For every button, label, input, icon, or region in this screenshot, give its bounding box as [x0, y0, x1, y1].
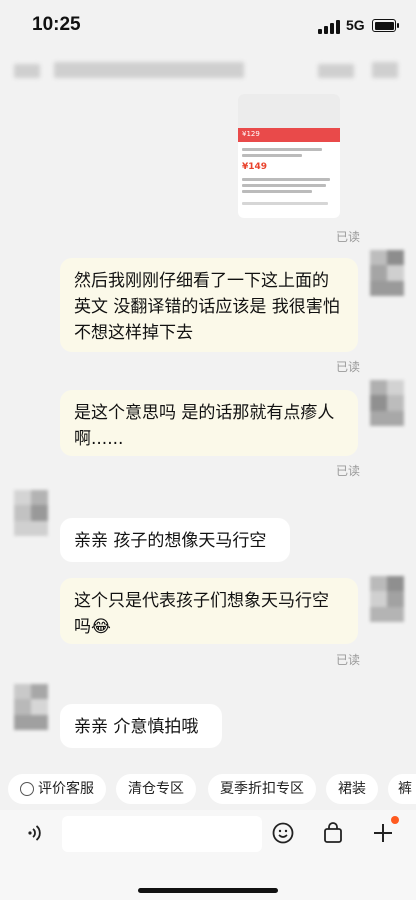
avatar-merchant — [14, 490, 48, 536]
message-text: 亲亲 孩子的想像天马行空 — [74, 531, 267, 551]
message-bubble-self[interactable]: 是这个意思吗 是的话那就有点瘆人啊...... — [60, 390, 358, 456]
message-text: 是这个意思吗 是的话那就有点瘆人啊...... — [74, 403, 335, 449]
message-text: 亲亲 介意慎拍哦 — [74, 717, 199, 737]
avatar-self — [370, 250, 404, 296]
read-receipt: 已读 — [336, 653, 361, 667]
price-main: ¥149 — [242, 162, 268, 172]
price-top: ¥129 — [242, 130, 260, 138]
status-bar: 10:25 5G — [0, 0, 416, 52]
home-indicator — [138, 888, 278, 893]
message-input[interactable] — [62, 816, 262, 852]
message-text: 然后我刚刚仔细看了一下这上面的英文 没翻译错的话应该是 我很害怕 不想这样掉下去 — [74, 271, 340, 343]
read-receipt: 已读 — [336, 230, 361, 244]
product-photo — [238, 94, 340, 128]
quick-chip-clearance[interactable]: 清仓专区 — [116, 774, 196, 804]
plus-icon[interactable] — [370, 820, 396, 846]
message-bubble-merchant[interactable]: 亲亲 孩子的想像天马行空 — [60, 518, 290, 562]
avatar-self — [370, 380, 404, 426]
emoji-icon[interactable] — [272, 822, 294, 844]
quick-chip-review-service[interactable]: 评价客服 — [8, 774, 106, 804]
product-card-image[interactable]: ¥129 ¥149 — [238, 94, 340, 218]
avatar-merchant — [14, 684, 48, 730]
quick-chip-dresses[interactable]: 裙装 — [326, 774, 378, 804]
price-banner: ¥129 — [238, 128, 340, 142]
quick-chip-summer-sale[interactable]: 夏季折扣专区 — [208, 774, 316, 804]
battery-icon — [372, 19, 399, 32]
quick-reply-bar: 评价客服 清仓专区 夏季折扣专区 裙装 裤 — [0, 768, 416, 810]
message-bubble-self[interactable]: 然后我刚刚仔细看了一下这上面的英文 没翻译错的话应该是 我很害怕 不想这样掉下去 — [60, 258, 358, 352]
message-bubble-self[interactable]: 这个只是代表孩子们想象天马行空吗😂 — [60, 578, 358, 644]
network-label: 5G — [346, 17, 365, 33]
voice-icon[interactable] — [24, 822, 46, 844]
shopping-bag-icon[interactable] — [322, 822, 344, 844]
avatar-self — [370, 576, 404, 622]
message-bubble-merchant[interactable]: 亲亲 介意慎拍哦 — [60, 704, 222, 748]
input-bar — [0, 810, 416, 900]
signal-icon — [318, 20, 340, 34]
message-text: 这个只是代表孩子们想象天马行空吗😂 — [74, 591, 329, 637]
review-icon — [20, 782, 34, 796]
read-receipt: 已读 — [336, 464, 361, 478]
status-time: 10:25 — [32, 14, 81, 35]
notification-dot — [391, 816, 399, 824]
read-receipt: 已读 — [336, 360, 361, 374]
quick-chip-pants[interactable]: 裤 — [388, 774, 416, 804]
